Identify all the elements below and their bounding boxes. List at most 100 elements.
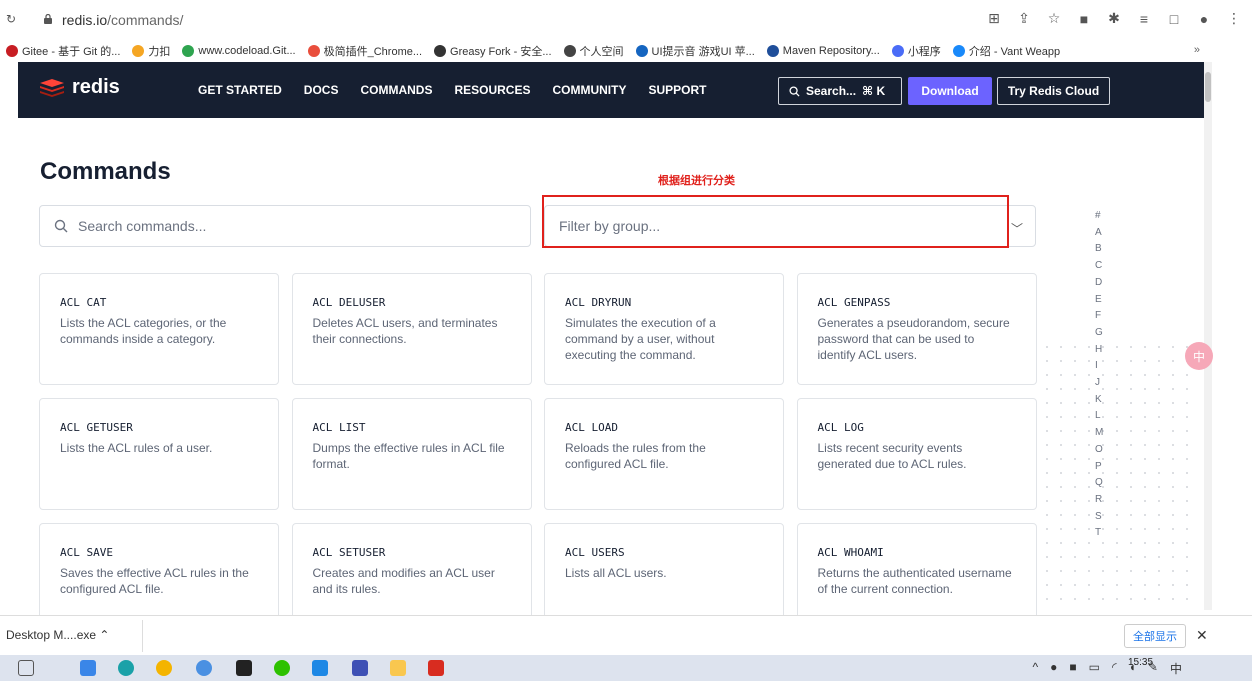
ide-icon[interactable]	[312, 660, 328, 676]
close-icon[interactable]: ✕	[1196, 627, 1208, 644]
bookmark-label: 力扣	[148, 46, 171, 58]
command-description: Lists recent security events generated d…	[817, 441, 967, 471]
nav-link-get-started[interactable]: GET STARTED	[198, 83, 282, 97]
chrome-icon[interactable]	[156, 660, 172, 676]
nav-link-docs[interactable]: DOCS	[304, 83, 339, 97]
bookmark-item[interactable]: UI提示音 游戏UI 苹...	[635, 43, 755, 59]
address-field[interactable]: redis.io/commands/	[62, 12, 183, 28]
command-name: ACL CAT	[60, 296, 107, 309]
bookmark-label: www.codeload.Git...	[198, 45, 296, 57]
command-description: Lists all ACL users.	[565, 566, 667, 580]
nav-link-commands[interactable]: COMMANDS	[360, 83, 432, 97]
alpha-index-letter[interactable]: E	[1095, 292, 1103, 309]
sidebar-icon[interactable]: □	[1166, 11, 1182, 27]
alpha-index-letter[interactable]: P	[1095, 459, 1103, 476]
app-icon-1[interactable]	[80, 660, 96, 676]
nav-link-community[interactable]: COMMUNITY	[552, 83, 626, 97]
command-card[interactable]: ACL GENPASS Generates a pseudorandom, sec…	[796, 273, 1037, 385]
extension-icon[interactable]: ■	[1076, 11, 1092, 27]
chevron-up-icon[interactable]: ⌃	[99, 628, 109, 642]
share-icon[interactable]: ⇪	[1016, 10, 1032, 27]
search-app-icon[interactable]	[196, 660, 212, 676]
tray-app-icon[interactable]: ■	[1069, 660, 1076, 677]
edge-icon[interactable]	[118, 660, 134, 676]
nav-link-resources[interactable]: RESOURCES	[454, 83, 530, 97]
command-card[interactable]: ACL DELUSER Deletes ACL users, and termin…	[291, 273, 532, 385]
command-card[interactable]: ACL LOG Lists recent security events gene…	[796, 398, 1037, 510]
site-search-button[interactable]: Search... ⌘ K	[778, 77, 902, 105]
wechat-icon[interactable]	[274, 660, 290, 676]
redis-app-icon[interactable]	[428, 660, 444, 676]
profile-icon[interactable]: ●	[1196, 11, 1212, 27]
redis-logo[interactable]: redis	[38, 76, 120, 99]
bookmark-item[interactable]: Gitee - 基于 Git 的...	[6, 43, 120, 59]
search-commands-input[interactable]	[78, 218, 498, 234]
network-icon[interactable]: ◜	[1112, 660, 1117, 677]
puzzle-icon[interactable]: ✱	[1106, 10, 1122, 27]
chevron-up-icon[interactable]: ^	[1033, 660, 1039, 677]
command-name: ACL DRYRUN	[565, 296, 632, 309]
alpha-index-letter[interactable]: T	[1095, 525, 1103, 542]
bookmark-favicon-icon	[891, 45, 904, 57]
bookmark-item[interactable]: 小程序	[891, 43, 941, 59]
bookmark-item[interactable]: 力扣	[132, 43, 170, 59]
bookmark-item[interactable]: 介绍 - Vant Weapp	[952, 43, 1061, 59]
bookmark-item[interactable]: Greasy Fork - 安全...	[434, 43, 552, 59]
command-card[interactable]: ACL CAT Lists the ACL categories, or the …	[39, 273, 279, 385]
clock-time[interactable]: 15:35	[1128, 657, 1153, 668]
alpha-index-letter[interactable]: L	[1095, 408, 1103, 425]
alpha-index-letter[interactable]: D	[1095, 275, 1103, 292]
bookmarks-bar: Gitee - 基于 Git 的... 力扣 www.codeload.Git...…	[0, 40, 1252, 62]
alpha-index-letter[interactable]: O	[1095, 442, 1103, 459]
alpha-index-letter[interactable]: F	[1095, 308, 1103, 325]
battery-icon[interactable]: ▭	[1089, 660, 1100, 677]
alpha-index-letter[interactable]: H	[1095, 342, 1103, 359]
show-all-downloads-button[interactable]: 全部显示	[1124, 624, 1186, 648]
alpha-index-letter[interactable]: G	[1095, 325, 1103, 342]
download-item[interactable]: Desktop M....exe ⌃	[6, 628, 109, 642]
bookmark-item[interactable]: www.codeload.Git...	[182, 45, 296, 57]
command-card[interactable]: ACL LOAD Reloads the rules from the confi…	[544, 398, 784, 510]
alpha-index-letter[interactable]: A	[1095, 225, 1103, 242]
command-card[interactable]: ACL LIST Dumps the effective rules in ACL…	[291, 398, 532, 510]
alpha-index-letter[interactable]: I	[1095, 358, 1103, 375]
download-button[interactable]: Download	[908, 77, 992, 105]
bookmarks-overflow[interactable]: »	[1194, 44, 1200, 56]
scrollbar-thumb[interactable]	[1205, 72, 1211, 102]
alpha-index-letter[interactable]: C	[1095, 258, 1103, 275]
filter-by-group-input[interactable]	[559, 218, 979, 234]
star-icon[interactable]: ☆	[1046, 10, 1062, 27]
alpha-index-letter[interactable]: #	[1095, 208, 1103, 225]
page-scrollbar[interactable]	[1204, 62, 1212, 610]
tray-wechat-icon[interactable]: ●	[1050, 660, 1057, 677]
command-card[interactable]: ACL GETUSER Lists the ACL rules of a user…	[39, 398, 279, 510]
alpha-index-letter[interactable]: M	[1095, 425, 1103, 442]
command-card[interactable]: ACL DRYRUN Simulates the execution of a c…	[544, 273, 784, 385]
reading-list-icon[interactable]: ≡	[1136, 11, 1152, 27]
side-assistant-bubble[interactable]: 中	[1185, 342, 1213, 370]
ime-indicator[interactable]: 中	[1170, 660, 1182, 677]
search-icon	[789, 85, 800, 97]
filter-by-group-select[interactable]: ﹀	[544, 205, 1036, 247]
nav-link-support[interactable]: SUPPORT	[648, 83, 706, 97]
alpha-index-letter[interactable]: K	[1095, 392, 1103, 409]
typora-icon[interactable]	[236, 660, 252, 676]
file-explorer-icon[interactable]	[390, 660, 406, 676]
alpha-index-letter[interactable]: R	[1095, 492, 1103, 509]
bookmark-item[interactable]: Maven Repository...	[766, 45, 880, 57]
alpha-index-letter[interactable]: S	[1095, 509, 1103, 526]
bookmark-label: 介绍 - Vant Weapp	[968, 46, 1061, 58]
task-view-icon[interactable]	[18, 660, 34, 676]
reload-icon[interactable]: ↻	[6, 12, 16, 26]
alpha-index-letter[interactable]: B	[1095, 241, 1103, 258]
try-redis-cloud-button[interactable]: Try Redis Cloud	[997, 77, 1110, 105]
bookmark-item[interactable]: 极简插件_Chrome...	[307, 43, 422, 59]
menu-icon[interactable]: ⋮	[1226, 10, 1242, 27]
alpha-index-letter[interactable]: Q	[1095, 475, 1103, 492]
translate-icon[interactable]: ⊞	[986, 10, 1002, 27]
chevron-down-icon[interactable]: ﹀	[1011, 220, 1023, 237]
search-commands-box[interactable]	[39, 205, 531, 247]
alpha-index-letter[interactable]: J	[1095, 375, 1103, 392]
app-icon-2[interactable]	[352, 660, 368, 676]
bookmark-item[interactable]: 个人空间	[563, 43, 624, 59]
